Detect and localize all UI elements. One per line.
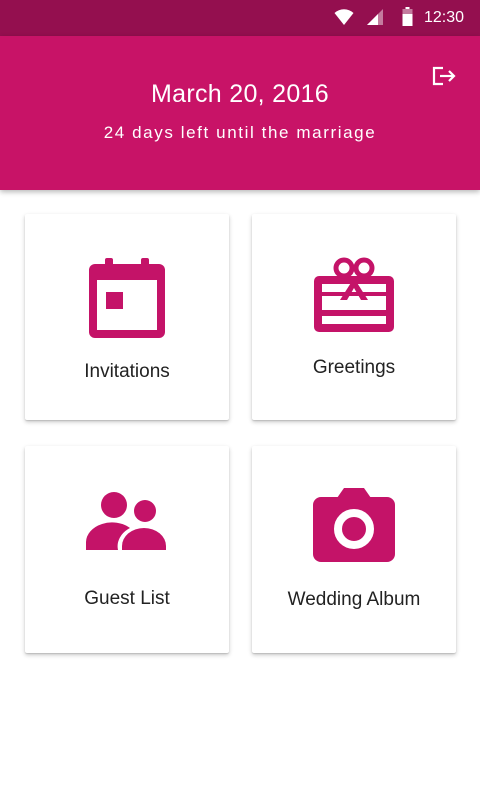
invitations-card[interactable]: Invitations — [25, 214, 229, 420]
app-header: March 20, 2016 24 days left until the ma… — [0, 36, 480, 190]
invitations-label: Invitations — [84, 361, 170, 382]
gift-card-icon — [252, 256, 456, 332]
guest-list-label: Guest List — [84, 588, 170, 609]
guest-list-card[interactable]: Guest List — [25, 446, 229, 653]
signal-icon — [366, 9, 384, 31]
battery-icon — [402, 7, 413, 32]
calendar-icon — [25, 258, 229, 338]
camera-icon — [252, 488, 456, 562]
greetings-card[interactable]: Greetings — [252, 214, 456, 420]
wedding-date: March 20, 2016 — [151, 80, 329, 108]
greetings-label: Greetings — [312, 357, 396, 378]
wedding-album-label: Wedding Album — [287, 589, 421, 610]
wifi-icon — [334, 8, 354, 31]
countdown-text: 24 days left until the marriage — [103, 123, 377, 142]
wedding-album-card[interactable]: Wedding Album — [252, 446, 456, 653]
people-icon — [25, 492, 229, 552]
status-bar: 12:30 — [0, 0, 480, 36]
status-time: 12:30 — [424, 9, 465, 26]
